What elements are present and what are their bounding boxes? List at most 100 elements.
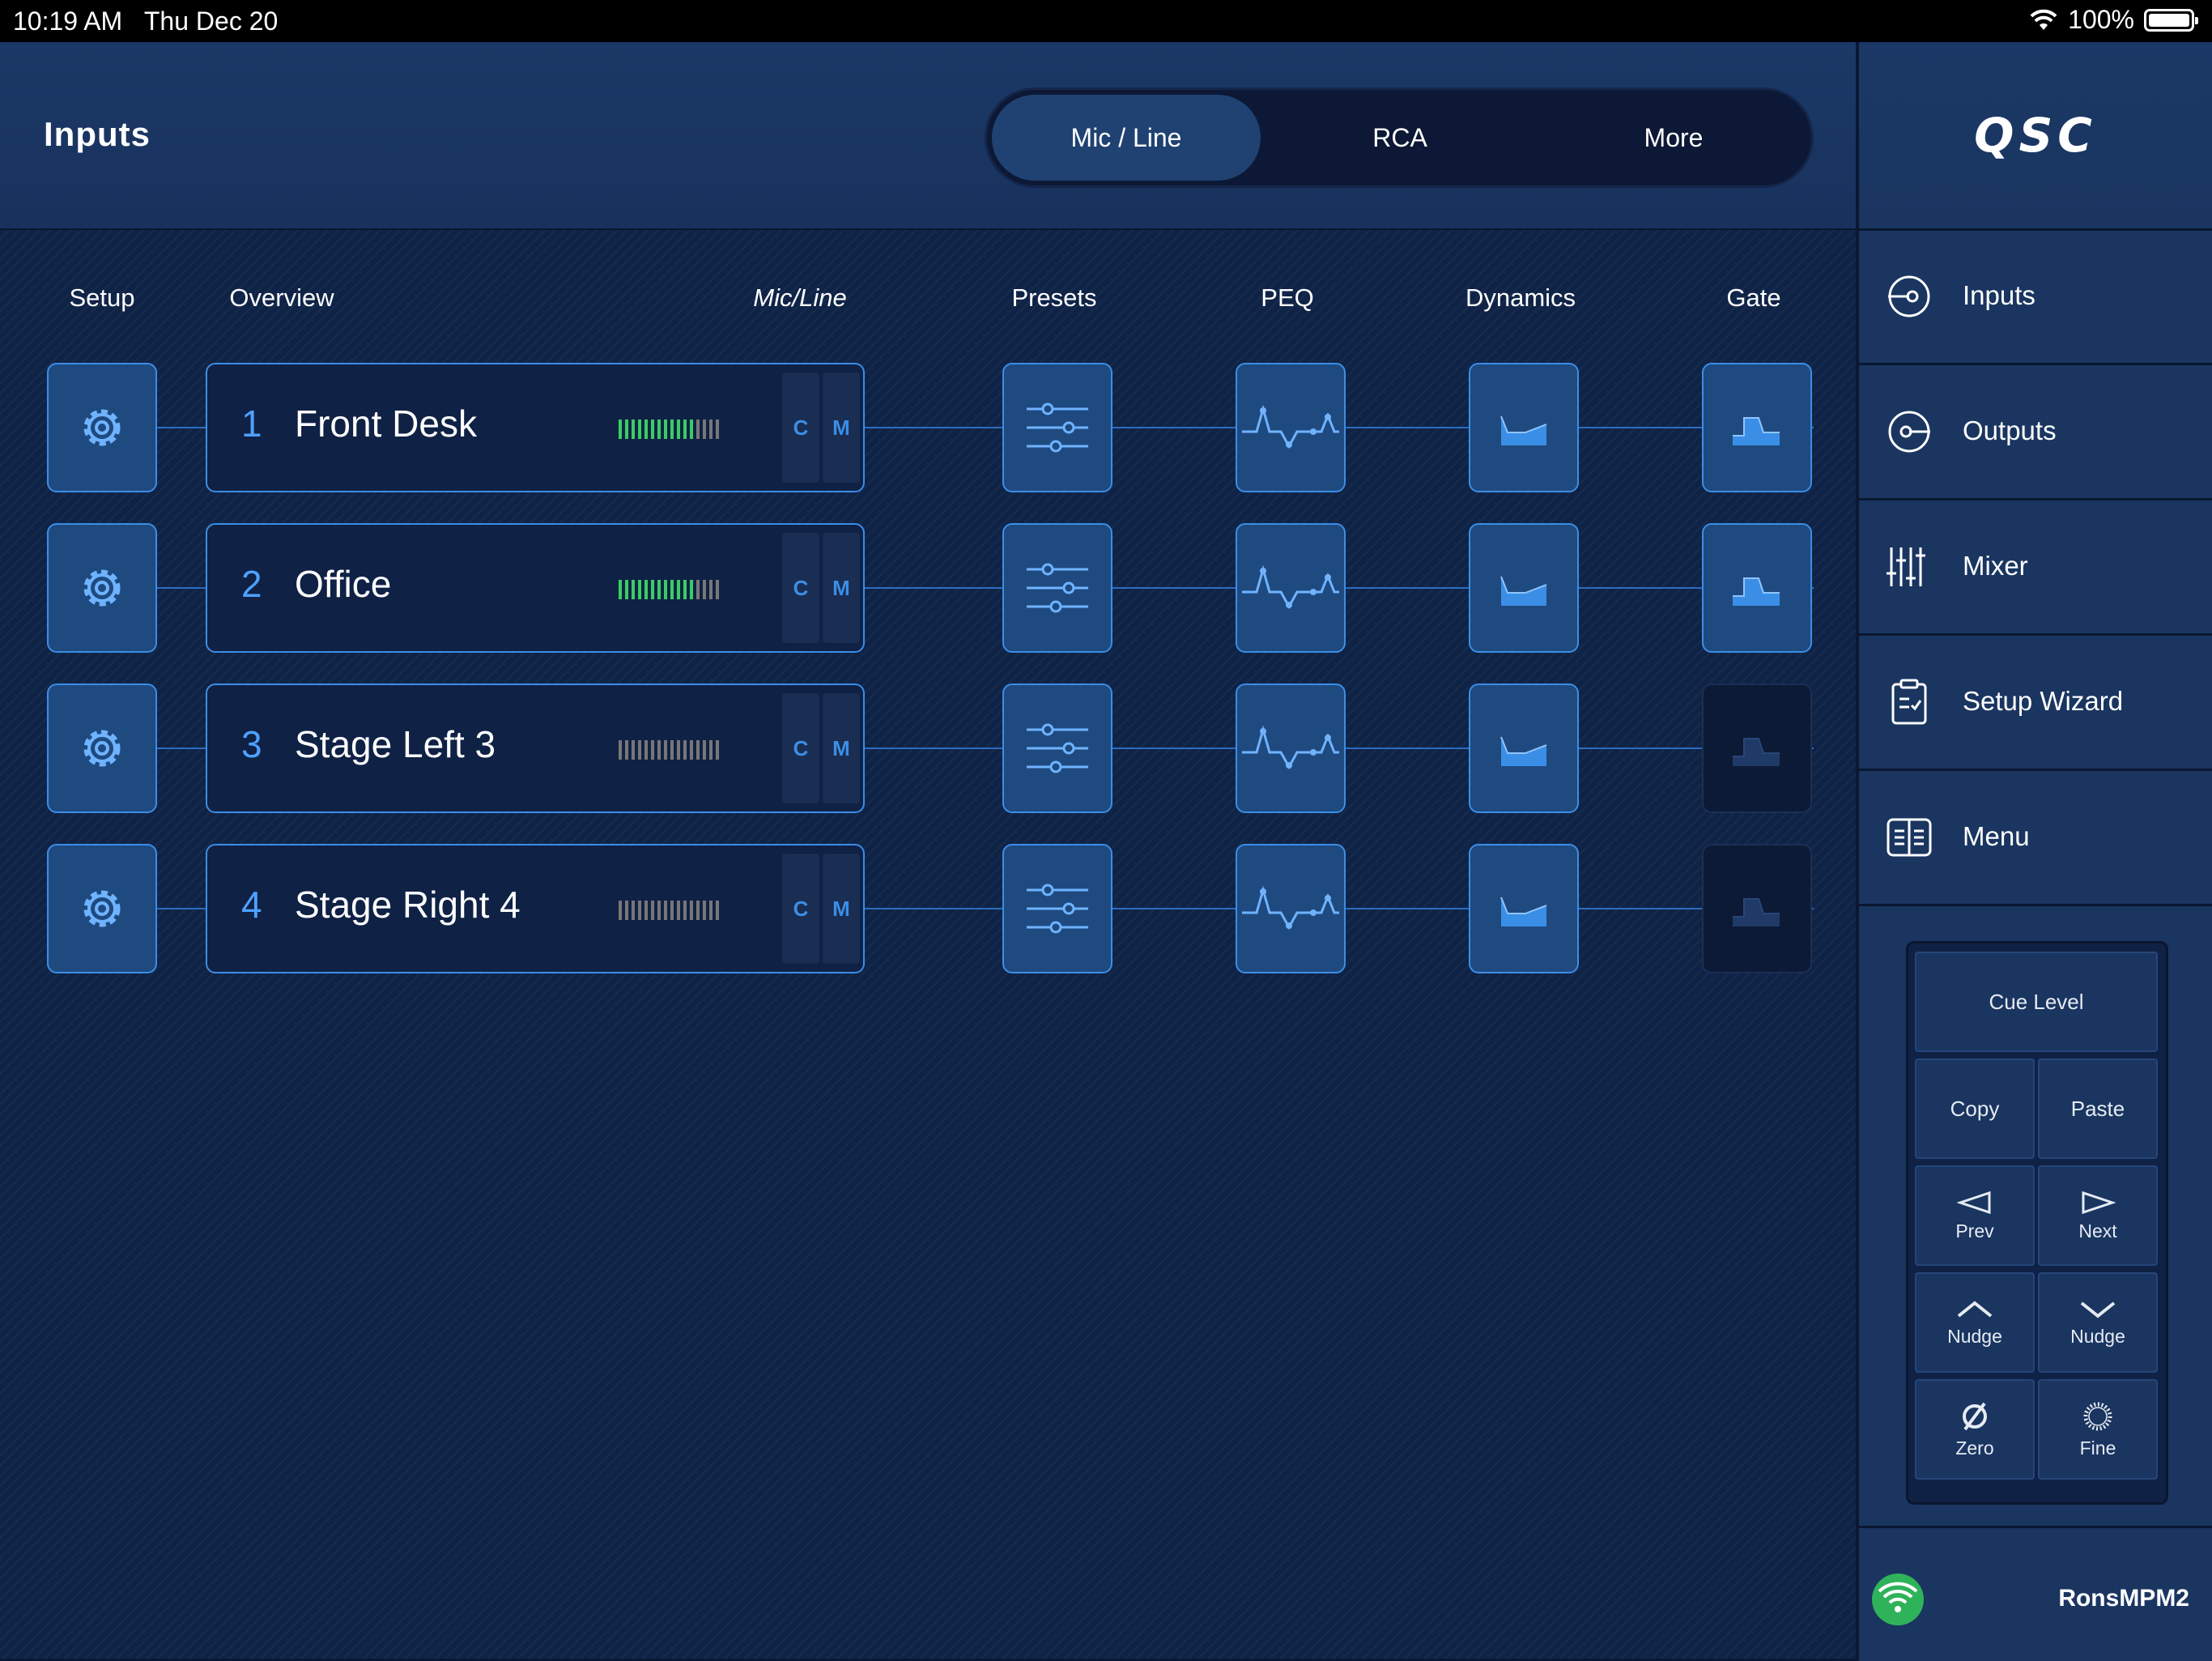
paste-label: Paste — [2070, 1096, 2125, 1121]
gate-curve-icon — [1733, 898, 1780, 926]
col-header-gate: Gate — [1726, 283, 1781, 312]
mute-button[interactable]: M — [823, 373, 860, 483]
channel-overview[interactable]: 2 Office C M — [206, 523, 865, 653]
channel-number: 1 — [241, 402, 262, 445]
paste-button[interactable]: Paste — [2038, 1058, 2158, 1159]
cue-button[interactable]: C — [782, 533, 819, 643]
input-type-tabs: Mic / Line RCA More — [985, 87, 1814, 188]
level-meter — [619, 740, 719, 760]
gate-button[interactable] — [1702, 684, 1812, 813]
sidebar-item-label: Setup Wizard — [1963, 686, 2124, 716]
col-header-setup: Setup — [69, 283, 135, 312]
mute-button[interactable]: M — [823, 693, 860, 803]
tab-rca[interactable]: RCA — [1266, 95, 1534, 181]
clipboard-icon — [1891, 679, 1927, 725]
channel-overview[interactable]: 4 Stage Right 4 CM — [206, 844, 865, 973]
zero-label: Zero — [1955, 1437, 1994, 1459]
status-time: 10:19 AM Thu Dec 20 — [13, 6, 278, 36]
prev-label: Prev — [1955, 1220, 1994, 1241]
channel-row: 4 Stage Right 4 CM — [0, 844, 1856, 973]
device-bar[interactable]: RonsMPM2 — [1859, 1526, 2212, 1661]
cue-level-label: Cue Level — [1989, 989, 2084, 1014]
battery-icon — [2144, 8, 2198, 32]
mute-button[interactable]: M — [823, 533, 860, 643]
channel-name: Office — [295, 563, 392, 605]
peq-button[interactable] — [1236, 684, 1346, 813]
peq-button[interactable] — [1236, 363, 1346, 492]
fine-button[interactable]: Fine — [2038, 1379, 2158, 1480]
connection-status-icon — [1872, 1574, 1924, 1625]
sidebar-item-label: Mixer — [1963, 551, 2028, 581]
dynamics-button[interactable] — [1469, 363, 1579, 492]
gate-curve-icon — [1733, 417, 1780, 445]
triangle-left-icon — [1957, 1190, 1991, 1214]
cue-button[interactable]: C — [782, 693, 819, 803]
status-right: 100% — [2029, 5, 2198, 35]
prev-button[interactable]: Prev — [1915, 1165, 2035, 1266]
col-header-presets: Presets — [1011, 283, 1097, 312]
channel-overview[interactable]: 3 Stage Left 3 CM — [206, 684, 865, 813]
sidebar-item-mixer[interactable]: Mixer — [1859, 500, 2212, 636]
gear-icon — [83, 890, 121, 927]
peq-button[interactable] — [1236, 523, 1346, 653]
sidebar: QSC Inputs Outputs Mixer Setup Wizard Me… — [1859, 42, 2212, 1661]
channel-overview[interactable]: 1 Front Desk C M — [206, 363, 865, 492]
tab-more[interactable]: More — [1539, 95, 1808, 181]
level-meter — [619, 580, 719, 599]
gate-curve-icon — [1733, 738, 1780, 766]
level-meter — [619, 420, 719, 439]
gate-button[interactable] — [1702, 363, 1812, 492]
gear-icon — [83, 730, 121, 767]
mixer-icon — [1887, 547, 1925, 586]
chevron-down-icon — [2080, 1301, 2116, 1318]
sidebar-item-label: Menu — [1963, 821, 2030, 851]
zero-slash-icon — [1963, 1402, 1987, 1430]
tab-mic-line[interactable]: Mic / Line — [992, 95, 1261, 181]
sidebar-item-label: Outputs — [1963, 415, 2057, 445]
cue-button[interactable]: C — [782, 854, 819, 964]
peq-curve-icon — [1242, 564, 1339, 610]
fine-label: Fine — [2079, 1437, 2116, 1459]
setup-button[interactable] — [47, 684, 157, 813]
header: Inputs Mic / Line RCA More — [0, 42, 1856, 230]
nudge-up-label: Nudge — [1947, 1325, 2002, 1347]
next-button[interactable]: Next — [2038, 1165, 2158, 1266]
dynamics-curve-icon — [1500, 415, 1547, 445]
cue-level-button[interactable]: Cue Level — [1915, 952, 2158, 1052]
sliders-icon — [1027, 563, 1088, 613]
sidebar-item-menu[interactable]: Menu — [1859, 771, 2212, 906]
nudge-up-button[interactable]: Nudge — [1915, 1272, 2035, 1373]
sidebar-item-outputs[interactable]: Outputs — [1859, 365, 2212, 500]
gate-button[interactable] — [1702, 523, 1812, 653]
main-area: Inputs Mic / Line RCA More Setup Overvie… — [0, 42, 1856, 1659]
setup-button[interactable] — [47, 523, 157, 653]
dynamics-button[interactable] — [1469, 684, 1579, 813]
fine-dial-icon — [2083, 1402, 2112, 1430]
gear-icon — [83, 409, 121, 446]
channel-name: Stage Right 4 — [295, 884, 521, 926]
cue-button[interactable]: C — [782, 373, 819, 483]
presets-button[interactable] — [1002, 523, 1112, 653]
setup-button[interactable] — [47, 363, 157, 492]
col-header-overview: Overview — [229, 283, 334, 312]
sidebar-item-label: Inputs — [1963, 280, 2035, 310]
col-header-dynamics: Dynamics — [1465, 283, 1576, 312]
dynamics-button[interactable] — [1469, 523, 1579, 653]
copy-button[interactable]: Copy — [1915, 1058, 2035, 1159]
presets-button[interactable] — [1002, 684, 1112, 813]
presets-button[interactable] — [1002, 844, 1112, 973]
peq-button[interactable] — [1236, 844, 1346, 973]
sidebar-item-inputs[interactable]: Inputs — [1859, 230, 2212, 365]
gate-button[interactable] — [1702, 844, 1812, 973]
channel-row: 1 Front Desk C M — [0, 363, 1856, 492]
dynamics-button[interactable] — [1469, 844, 1579, 973]
sidebar-item-setup-wizard[interactable]: Setup Wizard — [1859, 636, 2212, 771]
control-panel: Cue Level Copy Paste Prev Next Nudge Nud… — [1906, 941, 2168, 1505]
nudge-down-button[interactable]: Nudge — [2038, 1272, 2158, 1373]
presets-button[interactable] — [1002, 363, 1112, 492]
zero-button[interactable]: Zero — [1915, 1379, 2035, 1480]
mute-button[interactable]: M — [823, 854, 860, 964]
sliders-icon — [1027, 402, 1088, 453]
dynamics-curve-icon — [1500, 576, 1547, 606]
setup-button[interactable] — [47, 844, 157, 973]
